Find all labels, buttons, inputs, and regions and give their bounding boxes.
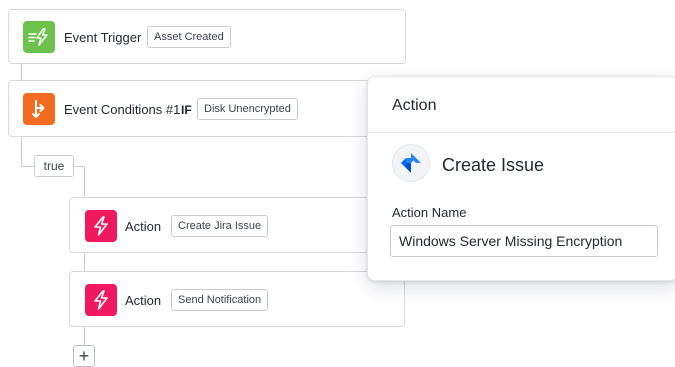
branch-icon [32,100,45,118]
action-name-input[interactable]: Windows Server Missing Encryption [390,225,658,257]
jira-icon [392,144,430,182]
workflow-canvas: Event Trigger Asset Created Event Condit… [0,0,675,367]
panel-title: Action [392,97,437,114]
branch-true-label: true [34,155,74,177]
add-step-button[interactable]: + [73,345,95,367]
action-1-chip[interactable]: Create Jira Issue [171,215,269,237]
connector-conditions-true [21,136,22,166]
action-1-icon-tile [85,210,117,242]
action-2-chip[interactable]: Send Notification [171,289,269,311]
connector-true-horizontal-in [21,166,34,167]
action-2-title: Action [125,293,162,308]
connector-trigger-conditions [21,63,22,81]
bolt-icon [94,216,108,236]
action-node-2[interactable]: Action Send Notification [69,271,405,327]
action-1-title: Action [125,219,162,234]
conditions-if-label: IF [181,103,192,117]
trigger-title: Event Trigger [64,30,142,45]
conditions-icon-tile [23,93,55,125]
action-node-1[interactable]: Action Create Jira Issue [69,197,406,253]
connector-action-action [84,252,85,271]
panel-action-name: Create Issue [442,155,545,175]
trigger-chip[interactable]: Asset Created [147,26,231,48]
action-name-label: Action Name [392,205,467,220]
conditions-node[interactable]: Event Conditions #1 IF Disk Unencrypted [8,80,406,137]
panel-divider [368,132,675,133]
bolt-arrows-icon [28,28,48,46]
trigger-icon-tile [23,21,55,53]
connector-action-add [84,326,85,345]
conditions-title: Event Conditions #1 [64,102,181,117]
conditions-chip[interactable]: Disk Unencrypted [197,98,298,120]
action-detail-panel: Action Create Issue Action Name Windows … [367,76,675,281]
action-2-icon-tile [85,284,117,316]
connector-true-actions [84,166,85,197]
connector-true-horizontal-out [74,166,84,167]
trigger-node[interactable]: Event Trigger Asset Created [8,9,406,64]
bolt-icon [94,290,108,310]
